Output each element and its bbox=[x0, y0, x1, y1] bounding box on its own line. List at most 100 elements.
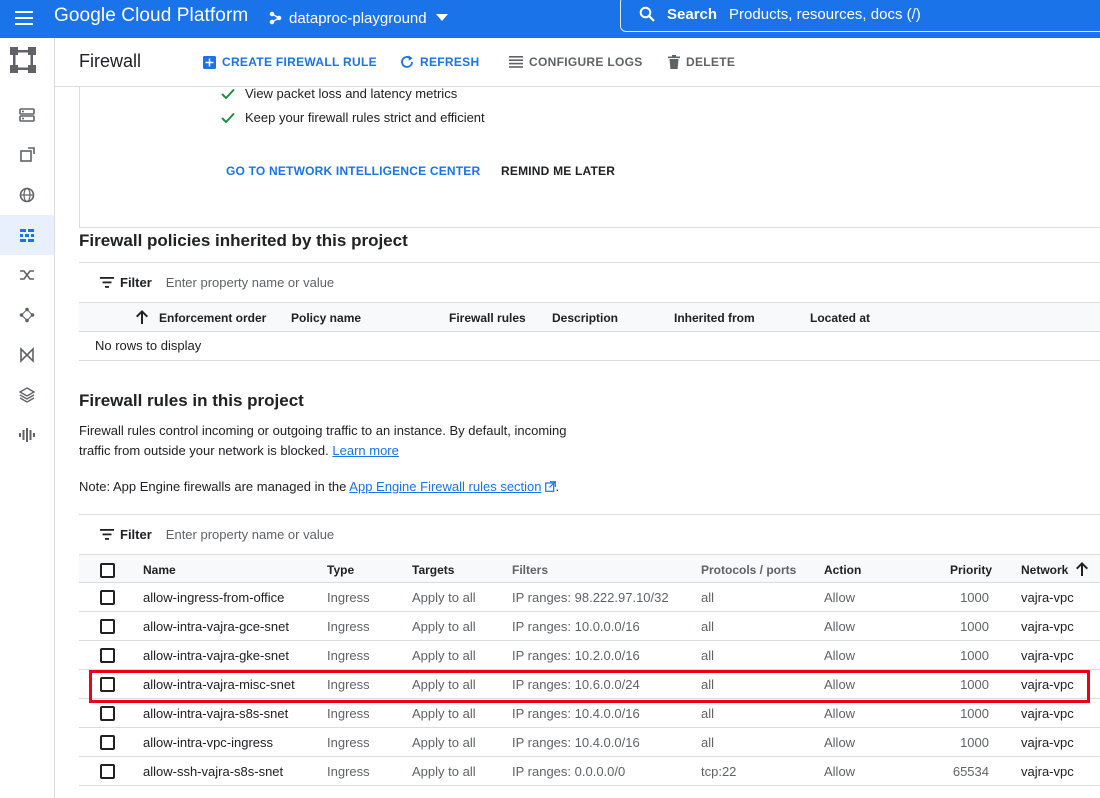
row-checkbox[interactable] bbox=[100, 677, 115, 692]
column-priority[interactable]: Priority bbox=[950, 563, 992, 577]
delete-label: DELETE bbox=[686, 55, 736, 69]
column-located-at[interactable]: Located at bbox=[810, 311, 870, 325]
cell-type: Ingress bbox=[327, 648, 370, 663]
table-row[interactable]: allow-ssh-vajra-s8s-snet Ingress Apply to … bbox=[79, 757, 1100, 786]
rules-filter-label: Filter bbox=[120, 527, 152, 542]
rules-description-line: traffic from outside your network is blo… bbox=[79, 441, 567, 461]
top-app-bar: Google Cloud Platform dataproc-playgroun… bbox=[0, 0, 1100, 38]
cell-name[interactable]: allow-intra-vpc-ingress bbox=[143, 735, 273, 750]
cell-type: Ingress bbox=[327, 590, 370, 605]
nav-peering-icon[interactable] bbox=[0, 295, 54, 335]
search-label: Search bbox=[667, 5, 718, 23]
column-filters[interactable]: Filters bbox=[512, 563, 548, 577]
cell-protocols: all bbox=[701, 706, 715, 721]
row-checkbox[interactable] bbox=[100, 648, 115, 663]
cell-name[interactable]: allow-intra-vajra-s8s-snet bbox=[143, 706, 288, 721]
row-checkbox[interactable] bbox=[100, 764, 115, 779]
cell-filters: IP ranges: 10.4.0.0/16 bbox=[512, 735, 640, 750]
nav-routes-icon[interactable] bbox=[0, 255, 54, 295]
row-checkbox[interactable] bbox=[100, 706, 115, 721]
go-to-network-intelligence-center-button[interactable]: GO TO NETWORK INTELLIGENCE CENTER bbox=[226, 164, 480, 178]
rules-filter-input[interactable] bbox=[165, 527, 566, 542]
arrow-up-icon[interactable] bbox=[136, 310, 148, 324]
cell-filters: IP ranges: 0.0.0.0/0 bbox=[512, 764, 626, 779]
table-row[interactable]: allow-ingress-from-office Ingress Apply to… bbox=[79, 583, 1100, 612]
select-all-checkbox[interactable] bbox=[100, 563, 115, 578]
learn-more-link[interactable]: Learn more bbox=[332, 443, 398, 458]
column-enforcement-order[interactable]: Enforcement order bbox=[159, 311, 266, 325]
nav-globe-icon[interactable] bbox=[0, 175, 54, 215]
cell-name[interactable]: allow-intra-vajra-misc-snet bbox=[143, 677, 295, 692]
cell-targets: Apply to all bbox=[412, 619, 476, 634]
nav-packet-mirroring-icon[interactable] bbox=[0, 415, 54, 455]
create-firewall-rule-button[interactable]: CREATE FIREWALL RULE bbox=[203, 53, 377, 71]
column-firewall-rules[interactable]: Firewall rules bbox=[449, 311, 526, 325]
delete-button[interactable]: DELETE bbox=[668, 53, 735, 71]
rules-table-header: Name Type Targets Filters Protocols / po… bbox=[79, 554, 1100, 583]
filter-icon bbox=[100, 529, 114, 540]
chevron-down-icon bbox=[435, 14, 448, 22]
external-link-icon bbox=[544, 481, 556, 492]
column-protocols-ports[interactable]: Protocols / ports bbox=[701, 563, 796, 577]
cell-name[interactable]: allow-intra-vajra-gce-snet bbox=[143, 619, 289, 634]
rules-description-text: traffic from outside your network is blo… bbox=[79, 443, 329, 458]
arrow-up-icon[interactable] bbox=[1076, 562, 1088, 576]
list-icon bbox=[509, 56, 523, 68]
policies-heading: Firewall policies inherited by this proj… bbox=[79, 231, 408, 250]
divider bbox=[79, 360, 1100, 361]
refresh-icon bbox=[400, 55, 414, 69]
cell-name[interactable]: allow-ingress-from-office bbox=[143, 590, 284, 605]
policies-filter-bar[interactable]: Filter bbox=[79, 262, 1100, 302]
row-checkbox[interactable] bbox=[100, 735, 115, 750]
column-inherited-from[interactable]: Inherited from bbox=[674, 311, 755, 325]
column-name[interactable]: Name bbox=[143, 563, 176, 577]
product-name[interactable]: Google Cloud Platform bbox=[54, 4, 248, 28]
project-icon bbox=[268, 10, 284, 26]
column-policy-name[interactable]: Policy name bbox=[291, 311, 361, 325]
nav-vpc-networks-icon[interactable] bbox=[0, 95, 54, 135]
rules-filter-bar[interactable]: Filter bbox=[79, 514, 1100, 554]
policies-filter-input[interactable] bbox=[165, 275, 566, 290]
cell-filters: IP ranges: 10.2.0.0/16 bbox=[512, 648, 640, 663]
table-row[interactable]: allow-intra-vajra-gce-snet Ingress Apply t… bbox=[79, 612, 1100, 641]
cell-network: vajra-vpc bbox=[1021, 619, 1074, 634]
menu-icon[interactable] bbox=[12, 6, 36, 30]
table-row[interactable]: allow-intra-vajra-misc-snet Ingress Apply … bbox=[79, 670, 1100, 699]
banner-check-text: Keep your firewall rules strict and effi… bbox=[245, 110, 485, 125]
cell-priority: 65534 bbox=[952, 764, 989, 779]
table-row[interactable]: allow-intra-vpc-ingress Ingress Apply to a… bbox=[79, 728, 1100, 757]
cell-protocols: all bbox=[701, 619, 715, 634]
cell-network: vajra-vpc bbox=[1021, 764, 1074, 779]
cell-name[interactable]: allow-ssh-vajra-s8s-snet bbox=[143, 764, 283, 779]
nav-serverless-access-icon[interactable] bbox=[0, 375, 54, 415]
refresh-button[interactable]: REFRESH bbox=[400, 53, 479, 71]
cell-protocols: all bbox=[701, 648, 715, 663]
configure-logs-label: CONFIGURE LOGS bbox=[529, 55, 643, 69]
add-box-icon bbox=[203, 55, 216, 69]
search-icon bbox=[639, 6, 655, 22]
cell-name[interactable]: allow-intra-vajra-gke-snet bbox=[143, 648, 289, 663]
column-action[interactable]: Action bbox=[824, 563, 861, 577]
nav-shared-vpc-icon[interactable] bbox=[0, 335, 54, 375]
table-row[interactable]: allow-intra-vajra-gke-snet Ingress Apply t… bbox=[79, 641, 1100, 670]
cell-action: Allow bbox=[824, 619, 856, 634]
column-description[interactable]: Description bbox=[552, 311, 618, 325]
search-bar[interactable]: Search Products, resources, docs (/) bbox=[620, 0, 1100, 32]
nav-firewall-icon[interactable] bbox=[0, 215, 54, 255]
column-type[interactable]: Type bbox=[327, 563, 354, 577]
configure-logs-button[interactable]: CONFIGURE LOGS bbox=[509, 53, 643, 71]
row-checkbox[interactable] bbox=[100, 619, 115, 634]
table-row[interactable]: allow-intra-vajra-s8s-snet Ingress Apply t… bbox=[79, 699, 1100, 728]
project-selector[interactable]: dataproc-playground bbox=[268, 7, 448, 29]
cell-network: vajra-vpc bbox=[1021, 706, 1074, 721]
app-engine-firewall-link[interactable]: App Engine Firewall rules section bbox=[349, 479, 541, 494]
cell-network: vajra-vpc bbox=[1021, 590, 1074, 605]
column-targets[interactable]: Targets bbox=[412, 563, 454, 577]
row-checkbox[interactable] bbox=[100, 590, 115, 605]
cell-protocols: all bbox=[701, 590, 715, 605]
create-firewall-rule-label: CREATE FIREWALL RULE bbox=[222, 55, 377, 69]
cell-network: vajra-vpc bbox=[1021, 735, 1074, 750]
nav-external-ip-icon[interactable] bbox=[0, 135, 54, 175]
remind-me-later-button[interactable]: REMIND ME LATER bbox=[501, 164, 615, 178]
column-network[interactable]: Network bbox=[1021, 563, 1068, 577]
